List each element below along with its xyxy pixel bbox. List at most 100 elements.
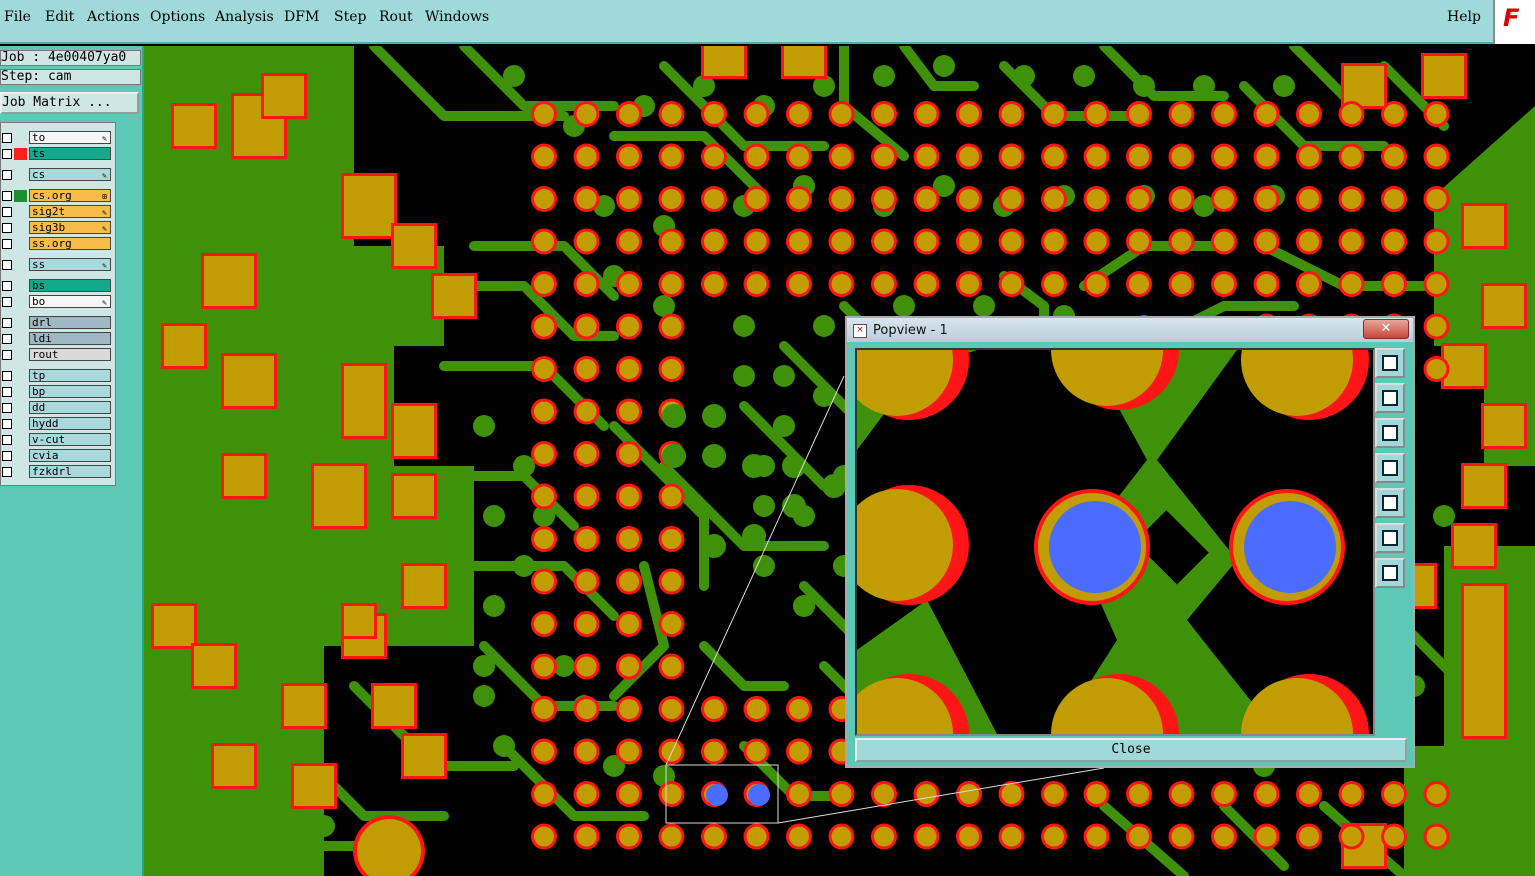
- layer-row-cvia[interactable]: cvia: [1, 449, 115, 463]
- bga-pad: [661, 656, 682, 677]
- layer-checkbox[interactable]: [2, 260, 12, 270]
- layer-name[interactable]: bp: [29, 385, 111, 398]
- layer-name[interactable]: bs: [29, 279, 111, 292]
- layer-checkbox[interactable]: [2, 297, 12, 307]
- layer-checkbox[interactable]: [2, 451, 12, 461]
- layer-checkbox[interactable]: [2, 467, 12, 477]
- smd-pad: [1444, 346, 1484, 386]
- menu-actions[interactable]: Actions: [87, 9, 140, 25]
- window-close-icon[interactable]: ✕: [1363, 319, 1409, 339]
- zoomed-pcb[interactable]: [857, 350, 1373, 734]
- layer-row-sig3b[interactable]: sig3b ✎: [1, 221, 115, 235]
- zoom-window-button[interactable]: [1375, 348, 1405, 378]
- zoom-in-button[interactable]: [1375, 523, 1405, 553]
- drill-hole: [748, 784, 770, 806]
- layer-name[interactable]: ss.org: [29, 237, 111, 250]
- layer-checkbox[interactable]: [2, 239, 12, 249]
- pan-right-button[interactable]: [1375, 488, 1405, 518]
- via-pad: [493, 735, 515, 757]
- layer-name[interactable]: drl: [29, 316, 111, 329]
- layer-checkbox[interactable]: [2, 191, 12, 201]
- menu-windows[interactable]: Windows: [425, 9, 489, 25]
- menu-options[interactable]: Options: [150, 9, 205, 25]
- layer-checkbox[interactable]: [2, 403, 12, 413]
- layer-row-ts[interactable]: ts: [1, 147, 115, 161]
- bga-pad: [1299, 146, 1319, 167]
- pan-up-icon: [1382, 390, 1398, 406]
- layer-checkbox[interactable]: [2, 435, 12, 445]
- layer-row-bp[interactable]: bp: [1, 385, 115, 399]
- bga-pad: [661, 359, 682, 379]
- bga-pad: [534, 529, 554, 549]
- layer-row-cs[interactable]: cs ✎: [1, 168, 115, 182]
- layer-checkbox[interactable]: [2, 387, 12, 397]
- bga-pad: [1129, 826, 1149, 847]
- popview-titlebar[interactable]: × Popview - 1 ✕: [847, 318, 1413, 342]
- layer-row-drl[interactable]: drl: [1, 316, 115, 330]
- bga-pad: [1001, 189, 1022, 209]
- layer-row-ldi[interactable]: ldi: [1, 332, 115, 346]
- layer-checkbox[interactable]: [2, 149, 12, 159]
- menu-help[interactable]: Help: [1447, 9, 1481, 25]
- layer-name[interactable]: rout: [29, 348, 111, 361]
- bga-pad: [619, 656, 639, 677]
- bga-pad: [789, 741, 809, 762]
- layer-row-tp[interactable]: tp: [1, 369, 115, 383]
- layer-checkbox[interactable]: [2, 334, 12, 344]
- pan-down-button[interactable]: [1375, 418, 1405, 448]
- layer-checkbox[interactable]: [2, 318, 12, 328]
- pan-up-button[interactable]: [1375, 383, 1405, 413]
- bga-pad: [916, 826, 937, 847]
- layer-row-cs.org[interactable]: cs.org ⊞: [1, 189, 115, 203]
- layer-name[interactable]: v-cut: [29, 433, 111, 446]
- layer-row-fzkdrl[interactable]: fzkdrl: [1, 465, 115, 479]
- bga-pad: [789, 699, 809, 719]
- layer-name[interactable]: dd: [29, 401, 111, 414]
- layer-row-bo[interactable]: bo ✎: [1, 295, 115, 309]
- layer-name[interactable]: to ✎: [29, 131, 111, 144]
- layer-row-to[interactable]: to ✎: [1, 131, 115, 145]
- popview-zoom-view[interactable]: [855, 348, 1375, 736]
- layer-checkbox[interactable]: [2, 170, 12, 180]
- job-matrix-button[interactable]: Job Matrix ...: [0, 92, 139, 114]
- layer-name[interactable]: cs ✎: [29, 168, 111, 181]
- layer-checkbox[interactable]: [2, 133, 12, 143]
- layer-row-ss[interactable]: ss ✎: [1, 258, 115, 272]
- pan-left-button[interactable]: [1375, 453, 1405, 483]
- layer-checkbox[interactable]: [2, 419, 12, 429]
- menu-dfm[interactable]: DFM: [284, 9, 319, 25]
- layer-name[interactable]: hydd: [29, 417, 111, 430]
- bga-pad: [831, 146, 852, 167]
- menu-file[interactable]: File: [4, 9, 31, 25]
- layer-row-sig2t[interactable]: sig2t ✎: [1, 205, 115, 219]
- layer-name[interactable]: ts: [29, 147, 111, 160]
- menu-edit[interactable]: Edit: [45, 9, 74, 25]
- layer-row-rout[interactable]: rout: [1, 348, 115, 362]
- layer-checkbox[interactable]: [2, 371, 12, 381]
- layer-row-v-cut[interactable]: v-cut: [1, 433, 115, 447]
- layer-checkbox[interactable]: [2, 281, 12, 291]
- menu-rout[interactable]: Rout: [379, 9, 413, 25]
- layer-checkbox[interactable]: [2, 223, 12, 233]
- zoom-out-button[interactable]: [1375, 558, 1405, 588]
- layer-name[interactable]: ldi: [29, 332, 111, 345]
- bga-pad: [916, 189, 937, 209]
- layer-checkbox[interactable]: [2, 207, 12, 217]
- close-button[interactable]: Close: [855, 738, 1407, 762]
- layer-checkbox[interactable]: [2, 350, 12, 360]
- layer-name[interactable]: sig2t ✎: [29, 205, 111, 218]
- layer-name[interactable]: bo ✎: [29, 295, 111, 308]
- layer-name[interactable]: ss ✎: [29, 258, 111, 271]
- menu-step[interactable]: Step: [334, 9, 366, 25]
- layer-row-dd[interactable]: dd: [1, 401, 115, 415]
- via-pad: [822, 474, 846, 498]
- layer-name[interactable]: sig3b ✎: [29, 221, 111, 234]
- layer-name[interactable]: tp: [29, 369, 111, 382]
- layer-name[interactable]: cvia: [29, 449, 111, 462]
- layer-row-bs[interactable]: bs: [1, 279, 115, 293]
- layer-row-ss.org[interactable]: ss.org: [1, 237, 115, 251]
- menu-analysis[interactable]: Analysis: [215, 9, 274, 25]
- layer-name[interactable]: cs.org ⊞: [29, 189, 111, 202]
- layer-name[interactable]: fzkdrl: [29, 465, 111, 478]
- layer-row-hydd[interactable]: hydd: [1, 417, 115, 431]
